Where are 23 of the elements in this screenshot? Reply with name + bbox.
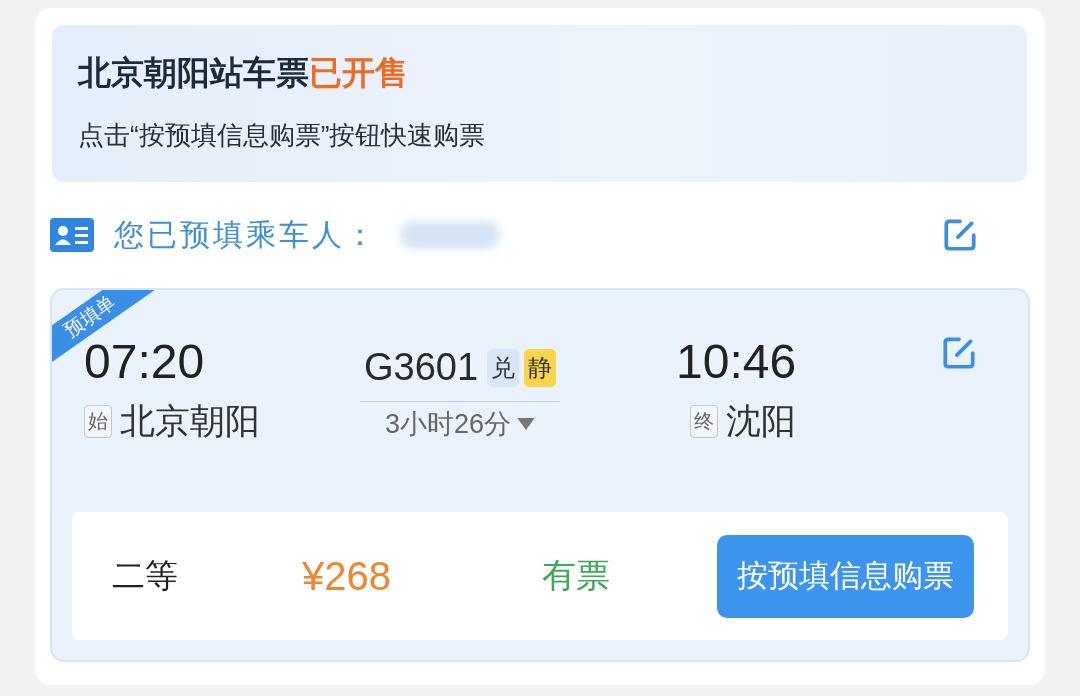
edit-icon xyxy=(941,216,979,254)
caret-icon xyxy=(517,417,536,431)
edit-button[interactable] xyxy=(941,216,979,254)
train-tag: 兑 xyxy=(487,348,520,387)
banner-title: 北京朝阳站车票已开售 xyxy=(78,53,409,93)
seat-class: 二等 xyxy=(112,555,179,596)
station-tag: 终 xyxy=(690,405,719,438)
availability: 有票 xyxy=(542,555,610,596)
train-tag: 静 xyxy=(524,348,557,387)
id-card-icon xyxy=(50,218,94,252)
passenger-label: 您已预填乘车人： xyxy=(114,216,378,253)
arrival-time: 10:46 xyxy=(676,334,797,390)
banner-subtitle: 点击“按预填信息购票”按钮快速购票 xyxy=(78,119,487,152)
price: ¥268 xyxy=(302,553,392,599)
station-tag: 始 xyxy=(84,405,112,438)
duration-dropdown[interactable]: 3小时26分 xyxy=(384,402,536,446)
edit-icon xyxy=(940,334,978,372)
train-number: G3601 xyxy=(363,346,479,389)
edit-button[interactable] xyxy=(940,334,978,372)
departure-time: 07:20 xyxy=(84,335,206,390)
station-name: 沈阳 xyxy=(726,400,797,442)
buy-button[interactable]: 按预填信息购票 xyxy=(717,534,974,618)
station-name: 北京朝阳 xyxy=(120,400,260,442)
